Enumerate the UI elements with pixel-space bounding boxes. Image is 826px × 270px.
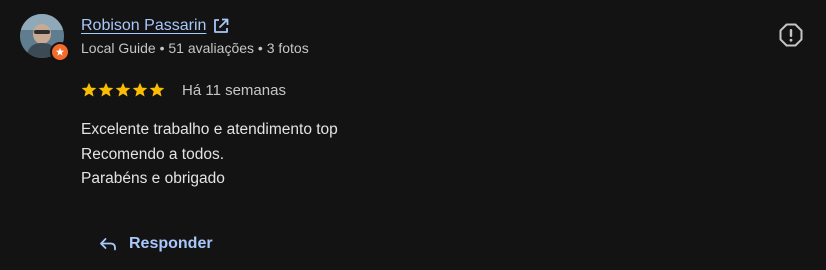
review-text-line: Excelente trabalho e atendimento top: [81, 121, 338, 138]
star-rating: [81, 82, 166, 98]
reply-button-label: Responder: [129, 235, 213, 252]
local-guide-badge-icon: [50, 42, 70, 62]
star-icon: [149, 82, 165, 98]
open-in-new-icon[interactable]: [212, 17, 230, 35]
reviewer-meta: Local Guide • 51 avaliações • 3 fotos: [81, 40, 309, 56]
reply-button[interactable]: Responder: [86, 226, 225, 262]
review-text-line: Parabéns e obrigado: [81, 170, 225, 187]
star-icon: [81, 82, 97, 98]
star-icon: [132, 82, 148, 98]
review-card: Robison Passarin Local Guide • 51 avalia…: [0, 0, 826, 270]
review-text: Excelente trabalho e atendimento top Rec…: [81, 118, 338, 192]
review-time: Há 11 semanas: [182, 81, 286, 99]
rating-row: Há 11 semanas: [81, 80, 286, 100]
reviewer-avatar[interactable]: [20, 14, 70, 62]
reply-arrow-icon: [98, 234, 118, 254]
star-icon: [115, 82, 131, 98]
star-icon: [98, 82, 114, 98]
report-review-button[interactable]: [778, 22, 804, 48]
reviewer-name-link[interactable]: Robison Passarin: [81, 17, 206, 35]
reviewer-name-row: Robison Passarin: [81, 15, 230, 37]
report-alert-icon: [779, 23, 803, 47]
review-text-line: Recomendo a todos.: [81, 145, 225, 163]
